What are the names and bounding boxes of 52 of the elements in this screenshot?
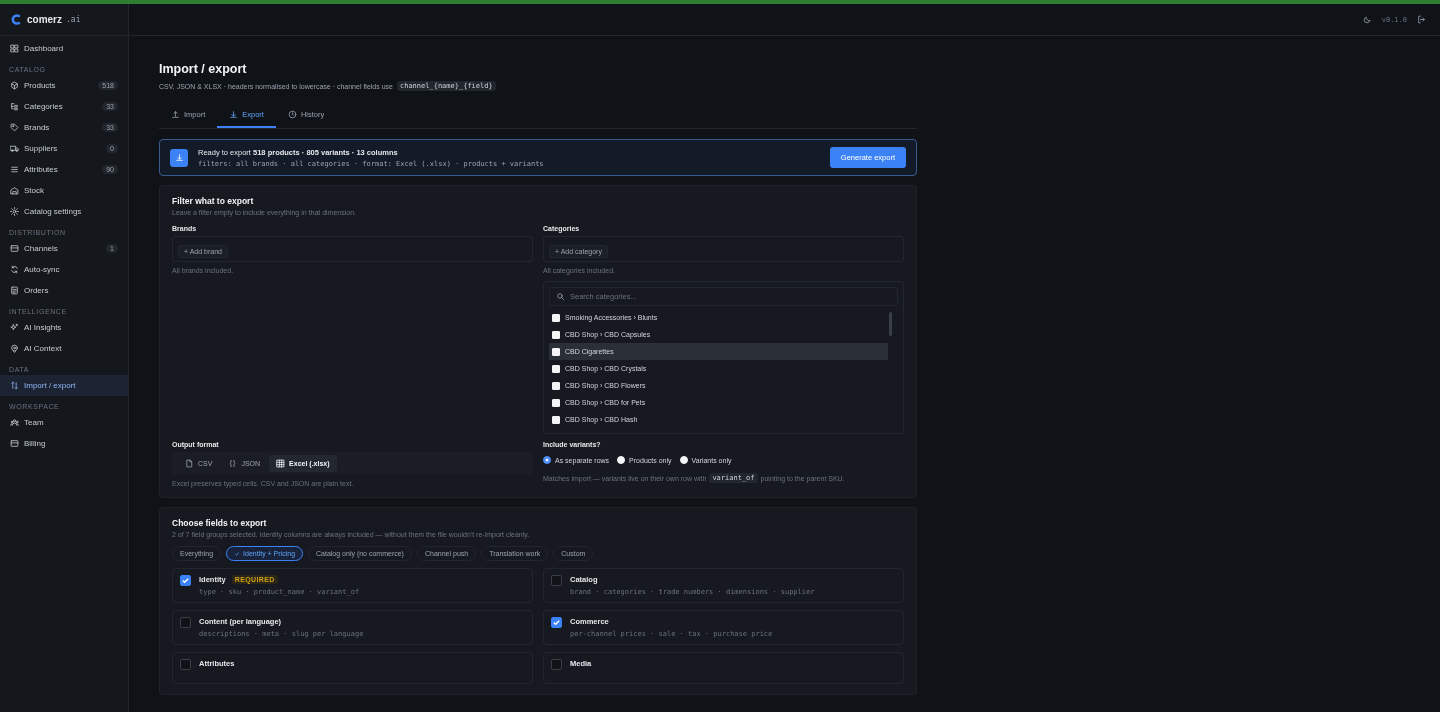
braces-icon <box>228 459 238 468</box>
sidebar-item[interactable]: Team <box>0 412 128 433</box>
card-icon <box>10 244 19 253</box>
checkbox[interactable] <box>180 617 191 628</box>
cube-icon <box>10 81 19 90</box>
download-icon <box>229 110 239 119</box>
scrollbar-thumb[interactable] <box>889 312 892 336</box>
gear-icon <box>10 207 19 216</box>
sidebar-item[interactable]: Orders <box>0 280 128 301</box>
logout-button[interactable] <box>1415 13 1428 26</box>
checkbox[interactable] <box>551 659 562 670</box>
sidebar-item[interactable]: Catalog settings <box>0 201 128 222</box>
sidebar-item[interactable]: Dashboard <box>0 38 128 59</box>
sidebar-item[interactable]: Billing <box>0 433 128 454</box>
sidebar-item[interactable]: Stock <box>0 180 128 201</box>
file-icon <box>185 459 194 468</box>
radio-button[interactable] <box>543 456 551 464</box>
sidebar-item[interactable]: Auto-sync <box>0 259 128 280</box>
card-title: Filter what to export <box>172 196 255 206</box>
team-icon <box>10 418 19 427</box>
grid-icon <box>10 44 19 53</box>
truck-icon <box>10 144 19 153</box>
search-icon <box>556 292 565 301</box>
checkbox[interactable] <box>180 575 191 586</box>
clock-icon <box>287 110 297 119</box>
card-icon <box>10 439 19 448</box>
sidebar-item[interactable]: AI Insights <box>0 317 128 338</box>
page-title: Import / export <box>159 62 248 76</box>
sidebar-item[interactable]: Import / export <box>0 375 128 396</box>
brand-name: comerz <box>27 14 62 25</box>
arrows-icon <box>10 381 19 390</box>
upload-icon <box>171 110 180 119</box>
hierarchy-icon <box>10 102 19 111</box>
sync-icon <box>10 265 19 274</box>
card-title: Choose fields to export <box>172 518 268 528</box>
logout-icon <box>1417 15 1426 24</box>
check-icon <box>234 550 241 557</box>
checkbox[interactable] <box>551 617 562 628</box>
target-icon <box>10 344 19 353</box>
checkbox[interactable] <box>551 575 562 586</box>
table-icon <box>276 459 286 468</box>
sidebar-item[interactable]: AI Context <box>0 338 128 359</box>
tag-icon <box>10 123 19 132</box>
arrow-icon <box>174 153 184 162</box>
building-icon <box>10 186 19 195</box>
checkbox[interactable] <box>180 659 191 670</box>
moon-icon <box>1362 15 1372 24</box>
list-icon <box>10 165 19 174</box>
brand-suffix: .ai <box>66 15 81 24</box>
sparkle-icon <box>10 323 19 332</box>
document-icon <box>10 286 19 295</box>
logo-icon <box>10 13 23 26</box>
